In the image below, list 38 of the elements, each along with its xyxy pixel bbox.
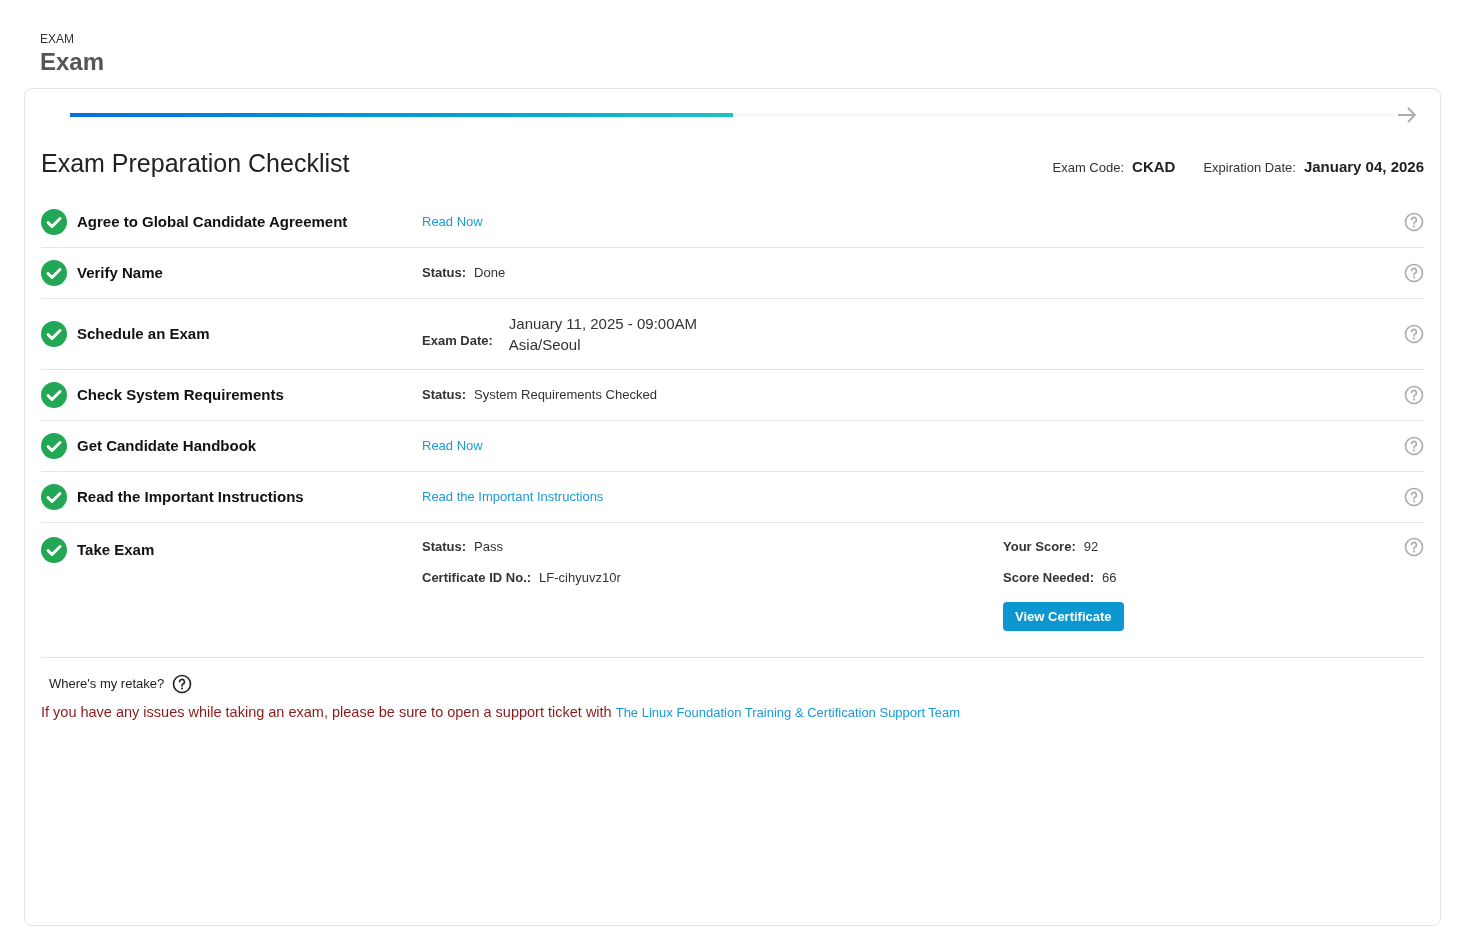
step-title: Verify Name xyxy=(77,263,163,284)
field-value: 92 xyxy=(1083,537,1099,556)
exam-code-label: Exam Code: xyxy=(1052,158,1125,177)
field-value: System Requirements Checked xyxy=(474,385,657,404)
field-value: Pass xyxy=(474,537,503,556)
exam-date-text: January 11, 2025 - 09:00AM xyxy=(508,313,697,334)
exam-date-text: Asia/Seoul xyxy=(508,334,582,355)
read-link[interactable]: Read Now xyxy=(422,435,483,456)
exam-code: CKAD xyxy=(1132,157,1176,177)
field-value: LF-cihyuvz10r xyxy=(539,569,621,587)
step-title: Get Candidate Handbook xyxy=(77,436,257,457)
field-label: Status: xyxy=(422,263,467,282)
field-value: 66 xyxy=(1102,569,1117,587)
page-eyebrow: EXAM xyxy=(40,31,75,48)
expiration-date: January 04, 2026 xyxy=(1303,157,1424,177)
step-title: Schedule an Exam xyxy=(77,324,210,345)
field-label: Your Score: xyxy=(1003,537,1076,556)
field-label: Status: xyxy=(422,537,467,556)
read-link[interactable]: Read Now xyxy=(422,211,483,232)
support-note: If you have any issues while taking an exam, please be sure to open a support ticket with The Linux Foundation Training & Certification Support Team xyxy=(41,703,962,722)
expiration-label: Expiration Date: xyxy=(1203,158,1296,177)
field-value: Done xyxy=(474,263,506,282)
field-label: Score Needed: xyxy=(1003,569,1095,587)
field-label: Certificate ID No.: xyxy=(422,569,532,587)
step-title: Agree to Global Candidate Agreement xyxy=(77,212,348,233)
view-certificate-button[interactable]: View Certificate xyxy=(1003,601,1124,631)
field-label: Exam Date: xyxy=(422,331,493,350)
read-link[interactable]: Read the Important Instructions xyxy=(422,486,604,507)
step-title: Read the Important Instructions xyxy=(77,487,304,508)
field-label: Status: xyxy=(422,385,467,404)
step-title: Check System Requirements xyxy=(77,385,284,406)
arrow-right-icon[interactable] xyxy=(1396,105,1418,125)
checklist-title: Exam Preparation Checklist xyxy=(41,148,350,179)
help-icon[interactable] xyxy=(172,674,193,694)
support-team-link[interactable]: The Linux Foundation Training & Certification Support Team xyxy=(615,705,961,720)
step-title: Take Exam xyxy=(77,540,155,561)
page-title: Exam xyxy=(40,48,106,76)
retake-question: Where's my retake? xyxy=(49,675,165,694)
